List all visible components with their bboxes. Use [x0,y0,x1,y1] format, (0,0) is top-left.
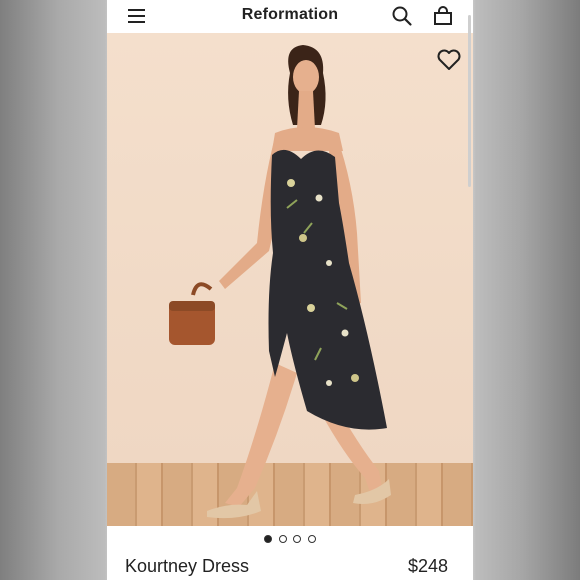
carousel-dot[interactable] [264,534,273,543]
shopping-bag-icon[interactable] [432,5,454,27]
page-scrollbar[interactable] [468,15,471,187]
carousel-dot[interactable] [307,534,316,543]
model-figure [169,45,391,519]
product-price: $248 [407,556,448,576]
favorite-heart-icon[interactable] [436,48,462,72]
carousel-dot[interactable] [278,534,287,543]
brand-logo[interactable]: Reformation [107,6,473,24]
image-carousel-indicator[interactable] [107,530,473,543]
carousel-dot[interactable] [293,534,302,543]
product-screen: Reformation Kourtney Dress $248 [107,0,473,580]
top-navigation-bar: Reformation [107,0,473,33]
product-image[interactable] [107,33,473,526]
search-icon[interactable] [391,5,413,27]
product-name: Kourtney Dress [125,556,250,576]
